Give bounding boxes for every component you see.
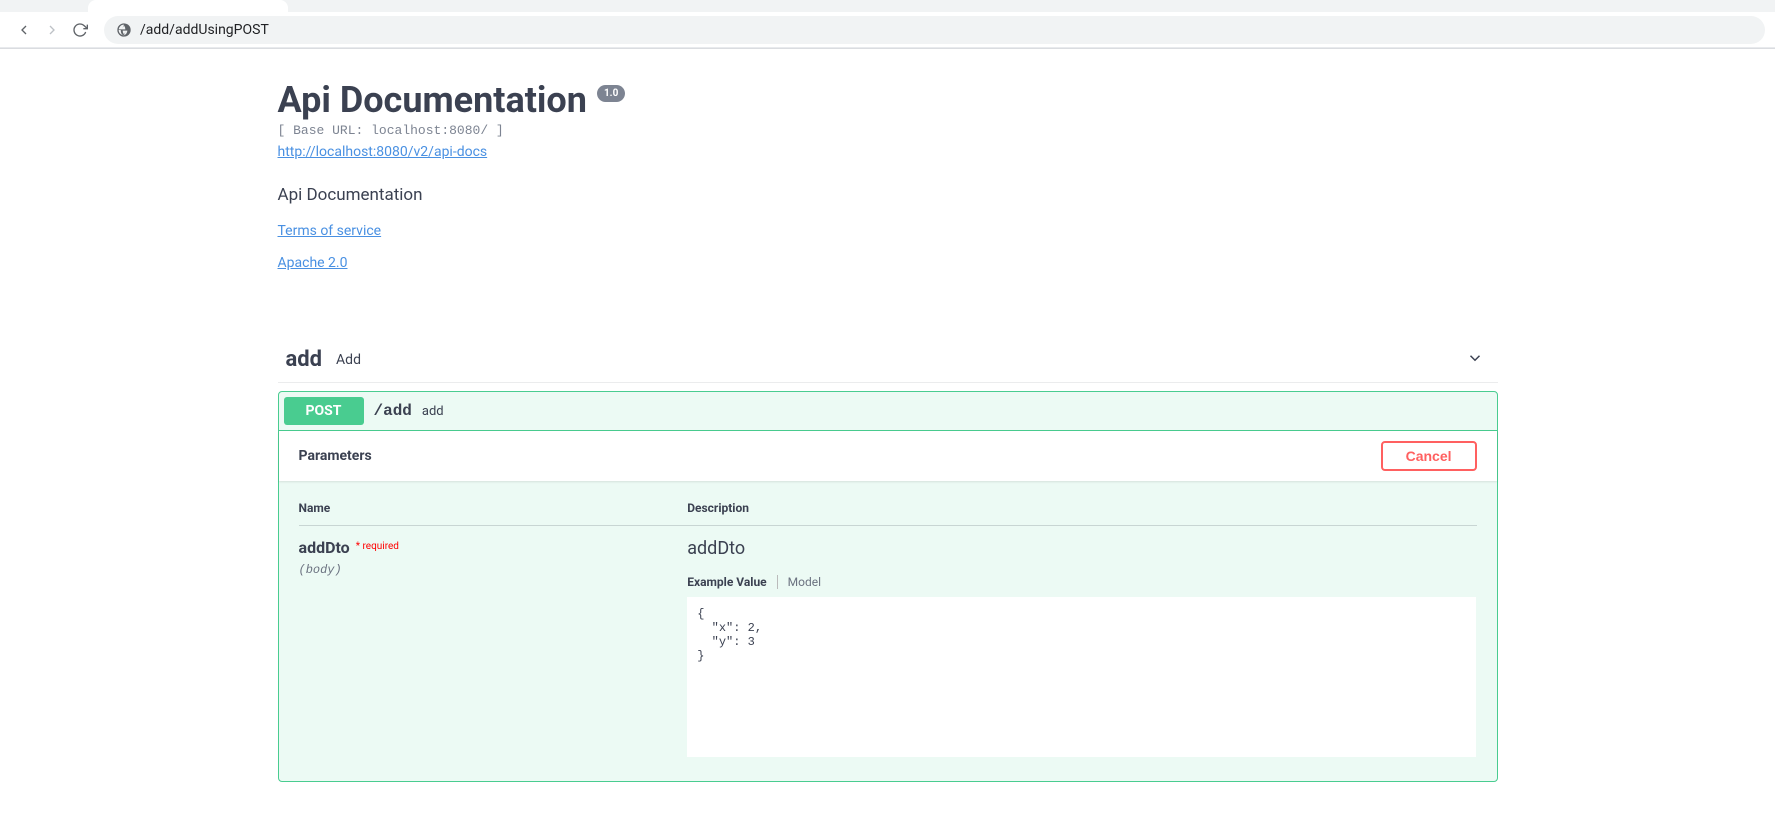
column-header-name: Name [299, 501, 688, 515]
cancel-button[interactable]: Cancel [1381, 441, 1477, 471]
address-bar[interactable]: /add/addUsingPOST [104, 16, 1765, 44]
base-url: [ Base URL: localhost:8080/ ] [278, 123, 1498, 138]
operation-description: add [422, 404, 444, 419]
parameter-description: addDto [687, 538, 1476, 559]
back-button[interactable] [10, 16, 38, 44]
chevron-down-icon [1466, 349, 1484, 371]
tag-description: Add [336, 352, 361, 368]
api-docs-link[interactable]: http://localhost:8080/v2/api-docs [278, 144, 488, 160]
column-header-description: Description [687, 501, 1476, 515]
tag-header[interactable]: add Add [278, 337, 1498, 383]
http-method-badge: POST [284, 397, 364, 425]
tag-name: add [286, 347, 323, 372]
tab-model[interactable]: Model [777, 575, 831, 589]
parameter-name: addDto [299, 538, 350, 557]
api-description: Api Documentation [278, 185, 1498, 205]
forward-button[interactable] [38, 16, 66, 44]
globe-icon [116, 22, 132, 38]
version-badge: 1.0 [597, 85, 625, 102]
url-text: /add/addUsingPOST [140, 22, 269, 38]
page-title: Api Documentation [278, 79, 587, 121]
parameter-in: (body) [299, 563, 688, 577]
license-link[interactable]: Apache 2.0 [278, 255, 1498, 271]
parameters-heading: Parameters [299, 448, 372, 464]
reload-button[interactable] [66, 16, 94, 44]
tab-example-value[interactable]: Example Value [687, 575, 776, 589]
operation-path: /add [374, 402, 412, 420]
browser-tab[interactable] [88, 0, 288, 12]
terms-link[interactable]: Terms of service [278, 223, 1498, 239]
example-value-textarea[interactable] [687, 597, 1476, 757]
operation-summary[interactable]: POST /add add [279, 392, 1497, 430]
parameter-row: addDto * required (body) addDto Example … [299, 538, 1477, 761]
required-marker: * required [356, 541, 399, 552]
